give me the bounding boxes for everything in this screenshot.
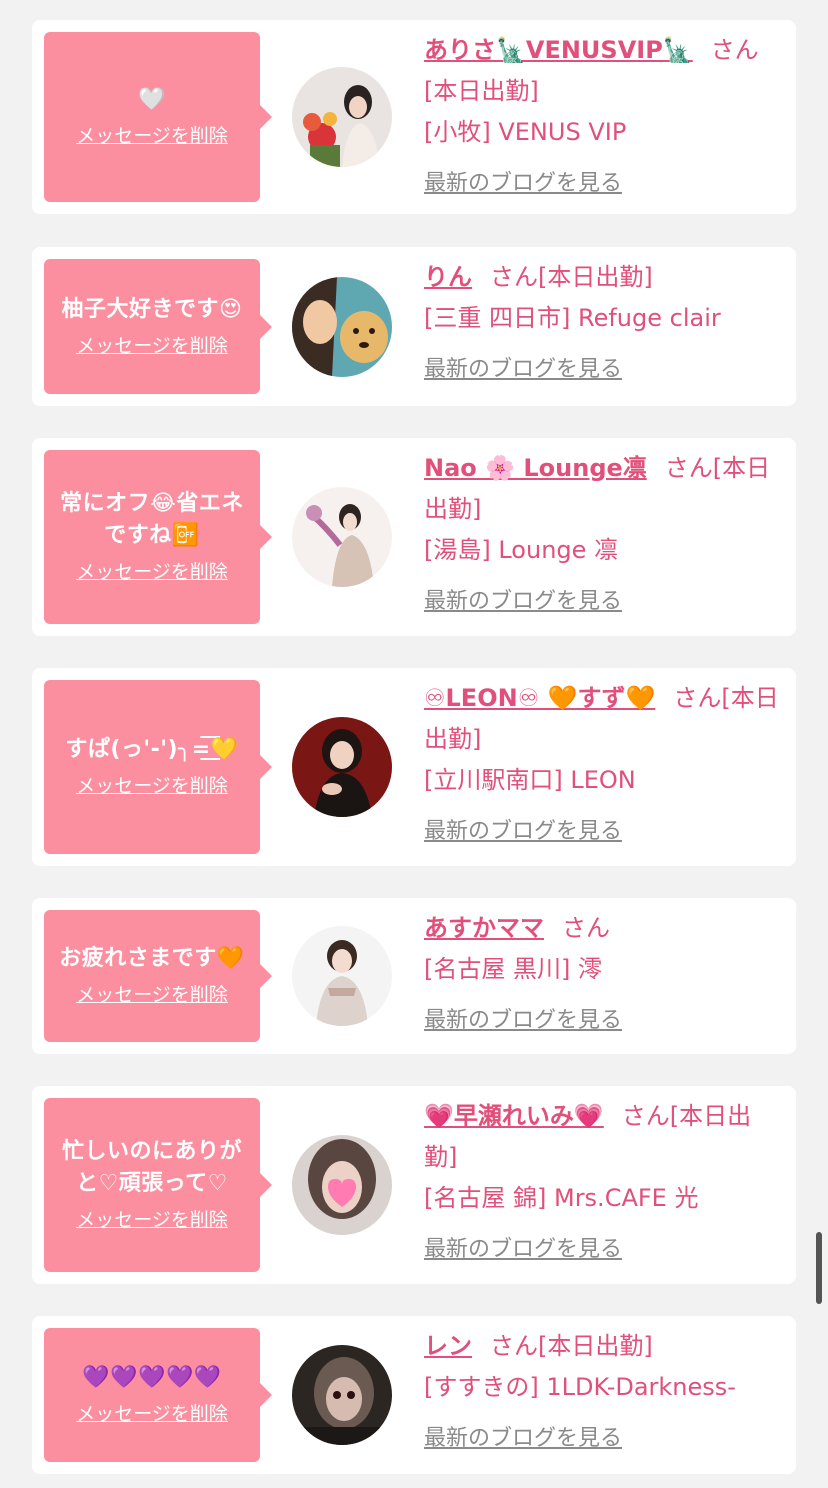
- message-bubble: 忙しいのにありが と♡頑張って♡ メッセージを削除: [44, 1098, 272, 1272]
- message-text: お疲れさまです🧡: [59, 946, 245, 971]
- cast-name-link[interactable]: あすかママ: [424, 914, 544, 942]
- message-text: 忙しいのにありが と♡頑張って♡: [61, 1139, 242, 1196]
- avatar[interactable]: [292, 717, 392, 817]
- cast-name-link[interactable]: りん: [424, 263, 472, 291]
- message-bubble: 💜💜💜💜💜 メッセージを削除: [44, 1328, 272, 1462]
- cast-name-link[interactable]: ありさ🗽VENUSVIP🗽: [424, 36, 693, 64]
- blog-link[interactable]: 最新のブログを見る: [424, 811, 622, 852]
- delete-message-link[interactable]: メッセージを削除: [76, 122, 228, 150]
- cast-info: あすかママ さん [名古屋 黒川] 澪 最新のブログを見る: [424, 908, 784, 1041]
- cast-status: さん: [562, 914, 610, 942]
- delete-message-link[interactable]: メッセージを削除: [76, 1400, 228, 1428]
- message-bubble: 柚子大好きです😍 メッセージを削除: [44, 259, 272, 394]
- delete-message-link[interactable]: メッセージを削除: [76, 981, 228, 1009]
- delete-message-link[interactable]: メッセージを削除: [76, 558, 228, 586]
- message-text: すぱ(っ'-')╮=͟͟͞͞💛: [65, 737, 239, 762]
- cast-status: さん[本日出勤]: [490, 263, 653, 291]
- cast-info: Nao 🌸 Lounge凛 さん[本日出勤] [湯島] Lounge 凛 最新のブ…: [424, 448, 784, 622]
- shop-name: [三重 四日市] Refuge clair: [424, 304, 721, 332]
- cast-name-link[interactable]: Nao 🌸 Lounge凛: [424, 454, 647, 482]
- message-card: お疲れさまです🧡 メッセージを削除 あすかママ さん [名古屋 黒川] 澪 最新の…: [32, 898, 796, 1054]
- delete-message-link[interactable]: メッセージを削除: [76, 332, 228, 360]
- message-card: すぱ(っ'-')╮=͟͟͞͞💛 メッセージを削除 ♾LEON♾ 🧡すず🧡 さん[本…: [32, 668, 796, 866]
- shop-name: [立川駅南口] LEON: [424, 766, 636, 794]
- message-card: 常にオフ😂省エネ ですね📴 メッセージを削除 Nao 🌸 Lounge凛 さん[本…: [32, 438, 796, 636]
- avatar[interactable]: [292, 926, 392, 1026]
- avatar[interactable]: [292, 487, 392, 587]
- message-text: 🤍: [138, 87, 166, 112]
- delete-message-link[interactable]: メッセージを削除: [76, 1206, 228, 1234]
- message-text: 💜💜💜💜💜: [82, 1365, 222, 1390]
- message-text: 常にオフ😂省エネ ですね📴: [60, 491, 244, 548]
- cast-info: ♾LEON♾ 🧡すず🧡 さん[本日出勤] [立川駅南口] LEON 最新のブログを…: [424, 678, 784, 852]
- shop-name: [名古屋 黒川] 澪: [424, 955, 602, 983]
- cast-status: さん[本日出勤]: [490, 1332, 653, 1360]
- message-bubble: お疲れさまです🧡 メッセージを削除: [44, 910, 272, 1042]
- avatar[interactable]: [292, 67, 392, 167]
- scrollbar[interactable]: [816, 1232, 822, 1304]
- avatar[interactable]: [292, 277, 392, 377]
- shop-name: [湯島] Lounge 凛: [424, 536, 619, 564]
- blog-link[interactable]: 最新のブログを見る: [424, 1229, 622, 1270]
- message-bubble: すぱ(っ'-')╮=͟͟͞͞💛 メッセージを削除: [44, 680, 272, 854]
- shop-name: [名古屋 錦] Mrs.CAFE 光: [424, 1184, 699, 1212]
- cast-name-link[interactable]: ♾LEON♾ 🧡すず🧡: [424, 684, 655, 712]
- cast-info: りん さん[本日出勤] [三重 四日市] Refuge clair 最新のブログを…: [424, 257, 784, 390]
- message-card: 忙しいのにありが と♡頑張って♡ メッセージを削除 💗早瀬れいみ💗 さん[本日出勤…: [32, 1086, 796, 1284]
- shop-name: [すすきの] 1LDK-Darkness-: [424, 1373, 736, 1401]
- blog-link[interactable]: 最新のブログを見る: [424, 349, 622, 390]
- message-bubble: 🤍 メッセージを削除: [44, 32, 272, 202]
- message-card: 🤍 メッセージを削除 ありさ🗽VENUSVIP🗽 さん[本日出勤] [小牧] VE…: [32, 20, 796, 214]
- delete-message-link[interactable]: メッセージを削除: [76, 772, 228, 800]
- cast-info: 💗早瀬れいみ💗 さん[本日出勤] [名古屋 錦] Mrs.CAFE 光 最新のブロ…: [424, 1096, 784, 1270]
- blog-link[interactable]: 最新のブログを見る: [424, 163, 622, 204]
- message-text: 柚子大好きです😍: [61, 296, 243, 322]
- cast-info: ありさ🗽VENUSVIP🗽 さん[本日出勤] [小牧] VENUS VIP 最新の…: [424, 30, 784, 204]
- cast-name-link[interactable]: 💗早瀬れいみ💗: [424, 1102, 604, 1130]
- message-card: 💜💜💜💜💜 メッセージを削除 レン さん[本日出勤] [すすきの] 1LDK-Da…: [32, 1316, 796, 1474]
- avatar[interactable]: [292, 1135, 392, 1235]
- blog-link[interactable]: 最新のブログを見る: [424, 1000, 622, 1041]
- shop-name: [小牧] VENUS VIP: [424, 118, 627, 146]
- avatar[interactable]: [292, 1345, 392, 1445]
- cast-info: レン さん[本日出勤] [すすきの] 1LDK-Darkness- 最新のブログを…: [424, 1326, 784, 1459]
- message-card: 柚子大好きです😍 メッセージを削除 りん さん[本日出勤] [三重 四日市] Re…: [32, 247, 796, 406]
- blog-link[interactable]: 最新のブログを見る: [424, 581, 622, 622]
- message-bubble: 常にオフ😂省エネ ですね📴 メッセージを削除: [44, 450, 272, 624]
- blog-link[interactable]: 最新のブログを見る: [424, 1418, 622, 1459]
- cast-name-link[interactable]: レン: [424, 1332, 472, 1360]
